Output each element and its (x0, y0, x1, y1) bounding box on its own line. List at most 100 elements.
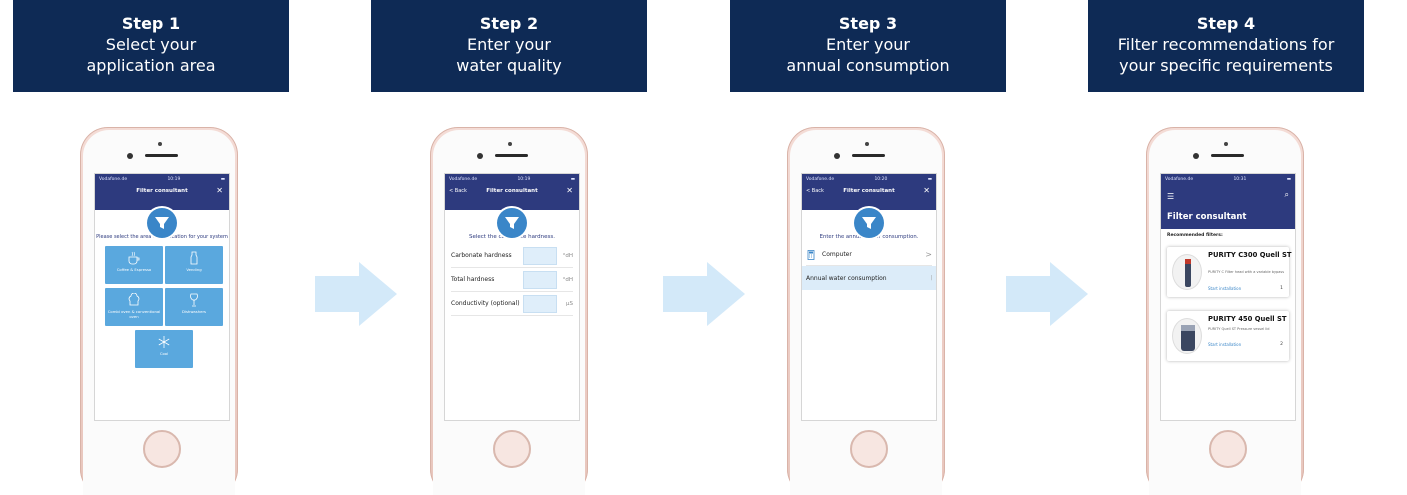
hardness-form: Carbonate hardness °dH Total hardness °d… (445, 244, 579, 316)
filter-cartridge-icon (1185, 259, 1191, 287)
app-screen: Vodafone.de 10:31 ▬ ☰ ⌕ Filter consultan… (1160, 173, 1296, 421)
battery-icon: ▬ (1286, 176, 1291, 182)
start-installation-link[interactable]: Start installation (1208, 342, 1241, 347)
chevron-right-icon: > (925, 250, 932, 259)
tile-vending[interactable]: Vending (165, 246, 223, 284)
product-count: 2 (1280, 342, 1283, 347)
tile-label: Coffee & Espresso (116, 267, 152, 272)
calculator-icon (807, 249, 815, 260)
home-button[interactable] (1209, 430, 1247, 468)
step-2-line1: Enter your (466, 35, 551, 54)
coffee-cup-icon (128, 251, 140, 265)
unit-label: °dH (562, 276, 573, 283)
filter-logo (145, 206, 179, 240)
funnel-icon (505, 217, 519, 229)
unit-label: °dH (562, 252, 573, 259)
arrow-right-icon (315, 262, 397, 326)
step-2-banner: Step 2 Enter your water quality (371, 0, 647, 92)
tile-label: Vending (186, 267, 202, 272)
product-card[interactable]: PURITY 450 Quell ST PURITY Quell ST Pres… (1167, 311, 1289, 361)
step-4-line1: Filter recommendations for (1117, 35, 1335, 54)
conductivity-input[interactable] (523, 294, 557, 313)
tile-cool[interactable]: Cool (135, 330, 193, 368)
phone-step-1: Vodafone.de 10:19 ▬ Filter consultant ✕ … (80, 127, 238, 495)
snowflake-icon (158, 336, 170, 348)
close-icon[interactable]: ✕ (566, 184, 573, 198)
front-sensor (865, 142, 869, 146)
conductivity-row: Conductivity (optional) µS (451, 292, 573, 316)
page-title: Filter consultant (1167, 212, 1247, 222)
product-count: 1 (1280, 286, 1283, 291)
close-icon[interactable]: ✕ (216, 184, 223, 198)
product-description: PURITY Quell ST Pressure vessel lid (1208, 327, 1270, 331)
home-button[interactable] (850, 430, 888, 468)
phone-step-2: Vodafone.de 10:19 ▬ < Back Filter consul… (430, 127, 588, 495)
nav-bar: < Back Filter consultant ✕ (445, 184, 579, 240)
step-1-banner: Step 1 Select your application area (13, 0, 289, 92)
status-bar: Vodafone.de 10:19 ▬ (445, 174, 579, 184)
step-3-line2: annual consumption (786, 56, 950, 75)
back-button[interactable]: < Back (806, 184, 824, 198)
battery-icon: ▬ (570, 176, 575, 182)
app-screen: Vodafone.de 10:19 ▬ Filter consultant ✕ … (94, 173, 230, 421)
total-hardness-row: Total hardness °dH (451, 268, 573, 292)
product-description: PURITY C Filter head with a variable byp… (1208, 270, 1285, 274)
funnel-icon (862, 217, 876, 229)
field-label: Conductivity (optional) (451, 300, 520, 307)
carbonate-hardness-row: Carbonate hardness °dH (451, 244, 573, 268)
clock: 10:31 (1233, 176, 1247, 182)
earpiece (1211, 154, 1244, 157)
front-sensor (508, 142, 512, 146)
recommended-heading: Recommended filters: (1167, 233, 1223, 238)
chef-hat-icon (128, 293, 140, 306)
filter-vessel-icon (1181, 325, 1195, 351)
camera (127, 153, 133, 159)
funnel-icon (155, 217, 169, 229)
list-label: Computer (822, 251, 852, 258)
close-icon[interactable]: ✕ (923, 184, 930, 198)
product-name: PURITY 450 Quell ST (1208, 315, 1287, 323)
search-icon[interactable]: ⌕ (1285, 190, 1289, 200)
carbonate-hardness-input[interactable] (523, 246, 557, 265)
step-1-title: Step 1 (121, 14, 181, 33)
hamburger-menu-icon[interactable]: ☰ (1167, 192, 1174, 201)
tile-combi-oven[interactable]: Combi oven & conventional oven (105, 288, 163, 326)
earpiece (145, 154, 178, 157)
step-2-title: Step 2 (479, 14, 539, 33)
field-label: Carbonate hardness (451, 252, 512, 259)
start-installation-link[interactable]: Start installation (1208, 286, 1241, 291)
step-3-title: Step 3 (838, 14, 898, 33)
camera (477, 153, 483, 159)
list-item-computer[interactable]: Computer > (806, 244, 932, 266)
product-name: PURITY C300 Quell ST (1208, 251, 1292, 259)
home-button[interactable] (493, 430, 531, 468)
product-image (1172, 318, 1202, 354)
arrow-right-icon (1006, 262, 1088, 326)
clock: 10:20 (874, 176, 888, 182)
home-button[interactable] (143, 430, 181, 468)
phone-step-3: Vodafone.de 10:20 ▬ < Back Filter consul… (787, 127, 945, 495)
step-2-line2: water quality (456, 56, 562, 75)
back-button[interactable]: < Back (449, 184, 467, 198)
tile-coffee-espresso[interactable]: Coffee & Espresso (105, 246, 163, 284)
tile-label: Cool (159, 351, 169, 356)
list-item-annual-consumption[interactable]: Annual water consumption | (802, 266, 936, 290)
status-bar: Vodafone.de 10:20 ▬ (802, 174, 936, 184)
tile-label: Combi oven & conventional oven (107, 309, 161, 319)
camera (1193, 153, 1199, 159)
camera (834, 153, 840, 159)
nav-bar: < Back Filter consultant ✕ (802, 184, 936, 240)
nav-title: Filter consultant (843, 188, 895, 194)
step-3-line1: Enter your (825, 35, 910, 54)
tile-label: Dishwashers (181, 309, 207, 314)
carrier: Vodafone.de (99, 176, 128, 182)
product-card[interactable]: PURITY C300 Quell ST PURITY C Filter hea… (1167, 247, 1292, 297)
carrier: Vodafone.de (806, 176, 835, 182)
field-label: Total hardness (451, 276, 495, 283)
total-hardness-input[interactable] (523, 270, 557, 289)
status-bar: Vodafone.de 10:31 ▬ (1161, 174, 1295, 184)
tile-dishwashers[interactable]: Dishwashers (165, 288, 223, 326)
application-tiles: Coffee & Espresso Vending Combi oven & c… (95, 244, 229, 384)
front-sensor (158, 142, 162, 146)
nav-title: Filter consultant (486, 188, 538, 194)
